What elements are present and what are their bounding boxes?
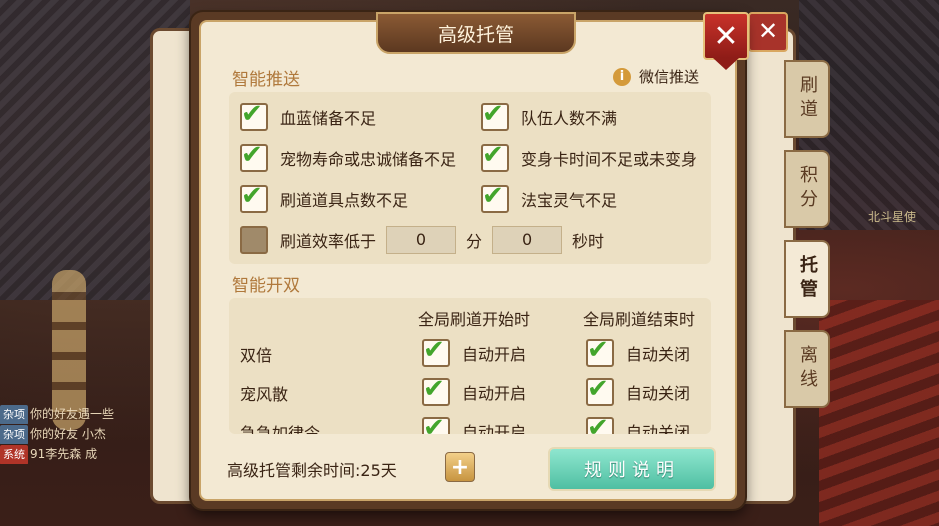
jijirulvling-start-toggle[interactable]: 自动开启 <box>422 413 527 434</box>
column-header-start: 全局刷道开始时 <box>418 310 531 329</box>
push-option-efficiency[interactable]: 刷道效率低于 0 分 0 秒时 <box>240 226 604 254</box>
section-title-double: 智能开双 <box>232 276 300 296</box>
chat-line: 杂项 你的好友遇一些 <box>0 404 190 424</box>
option-label: 宠物寿命或忠诚储备不足 <box>280 150 457 169</box>
option-label: 队伍人数不满 <box>521 109 618 128</box>
checkbox[interactable] <box>422 413 450 434</box>
side-tabs: 刷道 积分 托管 离线 <box>784 60 830 420</box>
info-icon[interactable]: i <box>613 67 631 86</box>
tab-lixian[interactable]: 离线 <box>784 330 830 408</box>
chat-message: 你的好友 小杰 <box>30 427 106 441</box>
close-button[interactable]: ✕ <box>703 12 749 70</box>
red-banner-decoration <box>819 300 939 526</box>
chat-panel[interactable]: 杂项 你的好友遇一些 杂项 你的好友 小杰 系统 91李先森 成 <box>0 404 190 464</box>
checkbox[interactable] <box>240 99 268 131</box>
row-label-double: 双倍 <box>240 346 273 365</box>
wechat-push[interactable]: i 微信推送 <box>613 66 699 87</box>
checkbox[interactable] <box>586 413 614 434</box>
tab-shuadao[interactable]: 刷道 <box>784 60 830 138</box>
jijirulvling-end-toggle[interactable]: 自动关闭 <box>586 413 691 434</box>
option-label: 自动开启 <box>462 345 527 364</box>
chat-channel-tag: 杂项 <box>0 405 28 424</box>
npc-name-label: 北斗星使 <box>868 210 917 224</box>
remaining-time: 高级托管剩余时间:25天 <box>227 461 397 480</box>
option-label: 刷道效率低于 <box>280 232 377 251</box>
option-label: 刷道道具点数不足 <box>280 191 409 210</box>
option-label: 变身卡时间不足或未变身 <box>521 150 698 169</box>
push-option-hp-mp[interactable]: 血蓝储备不足 <box>240 99 377 131</box>
row-label-jijirulvling: 急急如律令 <box>240 424 321 434</box>
chat-line: 杂项 你的好友 小杰 <box>0 424 190 444</box>
tab-tuoguan[interactable]: 托管 <box>784 240 830 318</box>
chat-channel-tag: 系统 <box>0 445 28 464</box>
checkbox[interactable] <box>586 374 614 406</box>
minutes-unit: 分 <box>466 232 483 251</box>
push-option-fabao[interactable]: 法宝灵气不足 <box>481 181 618 213</box>
option-label: 自动关闭 <box>626 423 691 434</box>
checkbox[interactable] <box>422 335 450 367</box>
seconds-input[interactable]: 0 <box>492 226 563 254</box>
chongfengsan-start-toggle[interactable]: 自动开启 <box>422 374 527 406</box>
checkbox[interactable] <box>481 181 509 213</box>
tab-jifen[interactable]: 积分 <box>784 150 830 228</box>
chongfengsan-end-toggle[interactable]: 自动关闭 <box>586 374 691 406</box>
column-header-end: 全局刷道结束时 <box>583 310 696 329</box>
row-label-chongfengsan: 宠风散 <box>240 385 289 404</box>
chat-message: 91李先森 成 <box>30 447 98 461</box>
option-label: 自动关闭 <box>626 384 691 403</box>
rules-button[interactable]: 规则说明 <box>548 447 716 491</box>
option-label: 自动关闭 <box>626 345 691 364</box>
checkbox[interactable] <box>240 226 268 254</box>
chat-channel-tag: 杂项 <box>0 425 28 444</box>
push-option-team[interactable]: 队伍人数不满 <box>481 99 618 131</box>
checkbox[interactable] <box>422 374 450 406</box>
push-option-pet[interactable]: 宠物寿命或忠诚储备不足 <box>240 140 457 172</box>
checkbox[interactable] <box>240 140 268 172</box>
option-label: 自动开启 <box>462 423 527 434</box>
dialog-title: 高级托管 <box>376 12 576 54</box>
wechat-push-label: 微信推送 <box>639 68 700 86</box>
chat-message: 你的好友遇一些 <box>30 407 115 421</box>
option-label: 法宝灵气不足 <box>521 191 618 210</box>
section-title-push: 智能推送 <box>232 70 300 90</box>
minutes-input[interactable]: 0 <box>386 226 457 254</box>
checkbox[interactable] <box>240 181 268 213</box>
double-end-toggle[interactable]: 自动关闭 <box>586 335 691 367</box>
double-start-toggle[interactable]: 自动开启 <box>422 335 527 367</box>
double-list[interactable]: 双倍 自动开启 自动关闭 宠风散 自动开启 自动关闭 急急如律令 自动开启 自动… <box>230 330 710 434</box>
checkbox[interactable] <box>481 99 509 131</box>
option-label: 自动开启 <box>462 384 527 403</box>
checkbox[interactable] <box>481 140 509 172</box>
extend-time-button[interactable]: + <box>445 452 475 482</box>
option-label: 血蓝储备不足 <box>280 109 377 128</box>
underlying-close-button[interactable]: ✕ <box>748 12 788 52</box>
push-option-transform[interactable]: 变身卡时间不足或未变身 <box>481 140 698 172</box>
push-option-items[interactable]: 刷道道具点数不足 <box>240 181 409 213</box>
checkbox[interactable] <box>586 335 614 367</box>
seconds-unit: 秒时 <box>572 232 605 251</box>
chat-line: 系统 91李先森 成 <box>0 444 190 464</box>
